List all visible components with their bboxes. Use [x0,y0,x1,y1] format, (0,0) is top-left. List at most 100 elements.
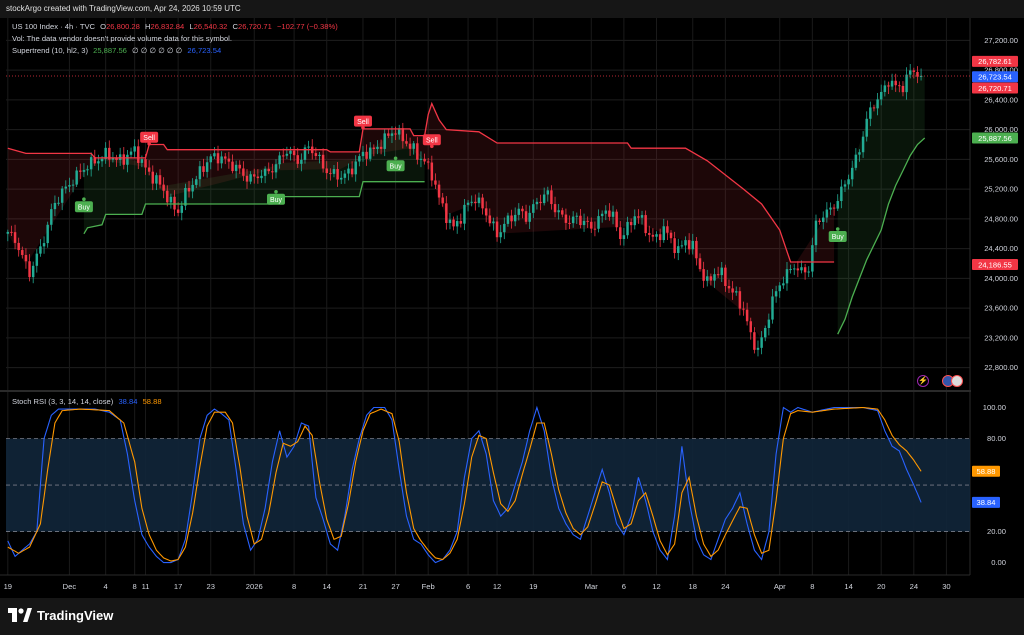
price-label-text: 25,887.56 [978,134,1012,143]
candle [912,70,916,72]
candle [155,175,158,184]
stoch-rsi-legend[interactable]: Stoch RSI (3, 3, 14, 14, close) 38.84 58… [12,397,165,406]
us-flag-icon[interactable] [942,375,964,387]
candle [640,215,644,218]
chart-canvas[interactable]: Buy Sell Buy Sell Buy Sell Buy 22,800.00 23,200… [0,0,1024,635]
candle [180,205,183,213]
candle [517,208,521,215]
candle [459,221,463,224]
candle [343,173,347,178]
candle [499,232,502,238]
candle [477,197,481,204]
candle [571,216,575,224]
stoch-rsi-label: Stoch RSI (3, 3, 14, 14, close) [12,397,114,406]
candle [546,190,550,195]
candle [289,150,292,154]
candle [10,231,13,233]
low-label: L [189,22,194,31]
time-axis-tick: 8 [810,582,814,591]
candle [6,231,10,234]
candle [720,267,723,276]
candle [144,159,147,168]
candle [350,168,354,175]
candle [753,332,756,350]
buy-signal-label: Buy [270,197,283,204]
price-axis-tick: 22,800.00 [984,363,1018,372]
time-axis-tick: 23 [207,582,215,591]
time-axis-tick: Mar [585,582,599,591]
candle [195,179,198,185]
supertrend-label: Supertrend (10, hl2, 3) [12,46,88,55]
candle [695,240,698,259]
candle [238,164,241,169]
candle [53,202,57,210]
candle [205,162,209,172]
tradingview-logo[interactable]: TradingView [8,605,113,625]
price-axis-tick: 24,800.00 [984,214,1018,223]
candle [379,146,383,149]
candle [506,215,510,224]
candle [292,150,296,156]
candle [586,220,589,222]
candle [64,186,68,189]
candle [749,321,752,333]
candle [521,208,524,212]
candle [463,204,466,224]
supertrend-down-value: 26,723.54 [187,46,222,55]
candle [191,184,194,192]
price-axis-tick: 23,200.00 [984,333,1018,342]
candle [213,153,216,157]
candle [129,151,133,155]
candle [706,276,709,281]
supertrend-legend[interactable]: Supertrend (10, hl2, 3) 25,887.56 ∅ ∅ ∅ … [12,46,224,55]
candle [789,269,792,271]
candle [716,274,720,276]
candle [260,175,263,179]
candle [684,240,687,246]
rsi-value-text: 58.88 [976,467,995,476]
candle [231,161,234,172]
candle [691,240,694,250]
candle [434,180,437,185]
candle [220,156,223,164]
time-axis-tick: 24 [910,582,918,591]
candle [785,269,789,284]
rsi-value-text: 38.84 [976,498,995,507]
candle [245,175,249,182]
price-axis-tick: 27,200.00 [984,36,1018,45]
candle [687,240,691,250]
candle [843,184,847,187]
candle [760,337,763,348]
symbol-label[interactable]: US 100 Index · 4h · TVC [12,22,95,31]
candle [445,203,448,223]
footer-bar [0,598,1024,635]
candle [564,214,568,223]
time-axis-tick: 12 [493,582,501,591]
candle [21,250,24,255]
candle [600,213,604,217]
candle [423,158,426,162]
candle [325,168,328,174]
price-label-text: 26,720.71 [978,84,1012,93]
candle [39,246,42,254]
candle [401,128,405,142]
candle [376,146,379,149]
price-axis-tick: 24,400.00 [984,244,1018,253]
candle [166,190,169,203]
candle [803,267,807,273]
candle [673,238,676,253]
price-axis-tick: 23,600.00 [984,304,1018,313]
sell-signal-label: Sell [143,135,155,142]
candle [430,162,434,181]
candle [745,309,749,322]
candle [611,211,615,217]
candle [133,146,136,152]
candle [68,185,71,187]
candle [553,204,557,213]
candle [358,156,361,162]
candle [847,179,850,185]
candle [368,147,372,159]
alert-icon[interactable]: ⚡ [917,375,929,387]
candle [561,210,564,215]
candle [727,285,731,289]
